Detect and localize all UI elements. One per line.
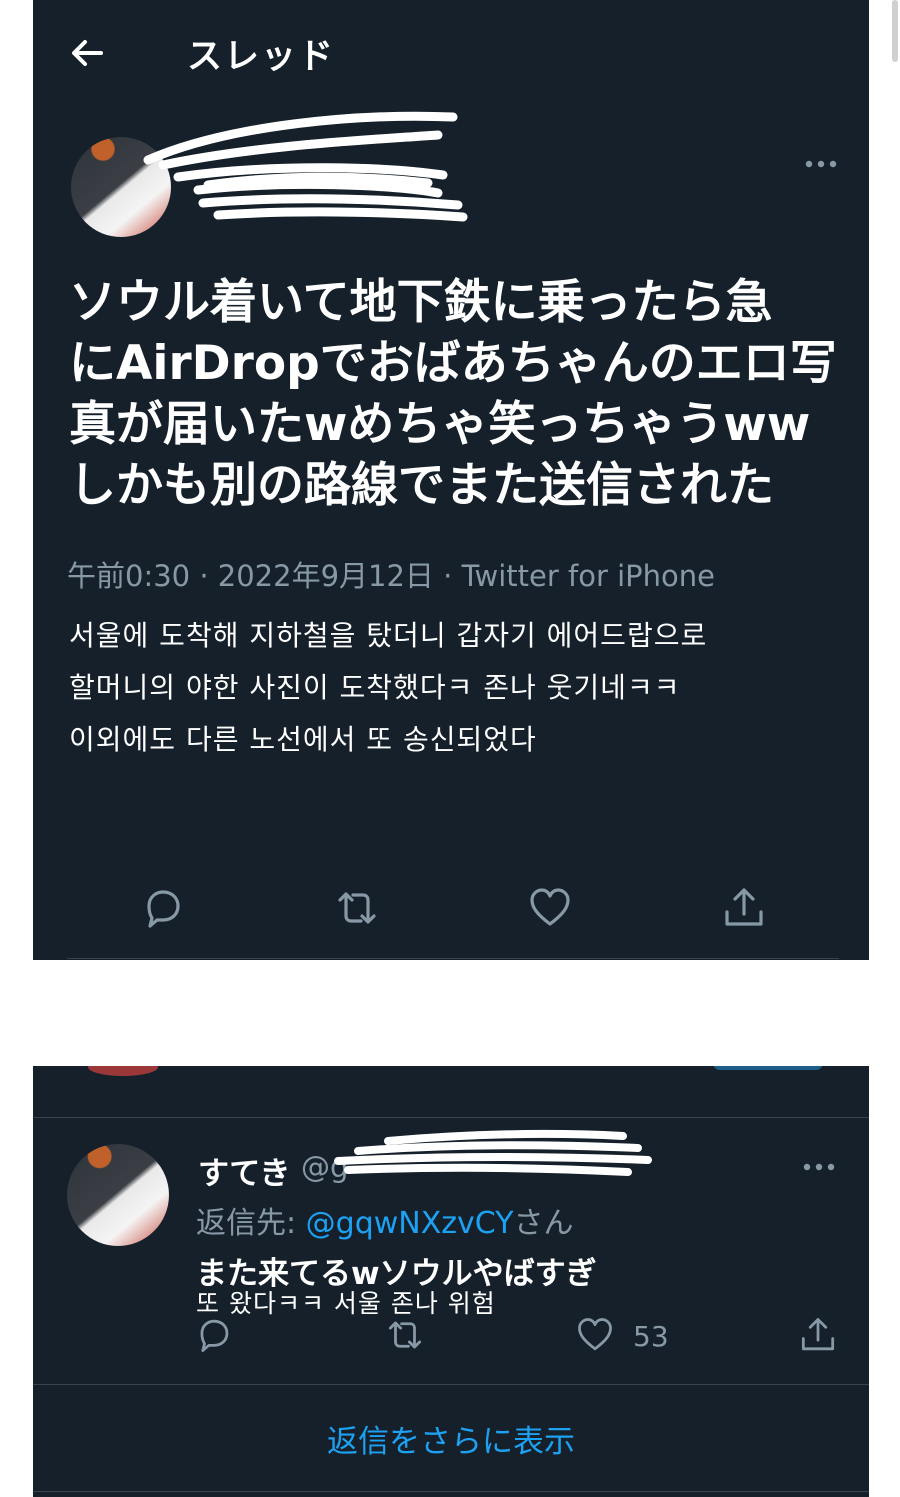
- retweet-icon[interactable]: [335, 886, 379, 930]
- tweet-text: ソウル着いて地下鉄に乗ったら急 にAirDropでおばあちゃんのエロ写 真が届い…: [69, 272, 849, 516]
- share-icon[interactable]: [799, 1316, 837, 1354]
- translation-line: 할머니의 야한 사진이 도착했다ㅋ 존나 웃기네ㅋㅋ: [69, 671, 681, 704]
- redaction-scribble: [143, 111, 468, 222]
- tweet-text-line: 真が届いたwめちゃ笑っちゃうww: [69, 397, 811, 452]
- divider: [67, 958, 839, 959]
- tweet-text-line: しかも別の路線でまた送信された: [69, 458, 774, 513]
- divider: [33, 1117, 869, 1118]
- reply-to-line: 返信先: @gqwNXzvCYさん: [196, 1198, 574, 1242]
- reply-to-suffix: さん: [513, 1206, 574, 1241]
- more-horizontal-icon[interactable]: [803, 157, 839, 171]
- redaction-scribble: [334, 1129, 652, 1176]
- like-count: 53: [633, 1320, 669, 1353]
- divider: [33, 1491, 869, 1492]
- reply-icon[interactable]: [141, 886, 185, 930]
- page-title: スレッド: [187, 37, 336, 77]
- divider: [33, 1384, 869, 1385]
- reply-translation: 또 왔다ㅋㅋ 서울 존나 위험: [196, 1289, 496, 1318]
- reply-to-label: 返信先:: [196, 1206, 306, 1241]
- heart-icon[interactable]: [528, 886, 572, 930]
- main-tweet-panel: スレッド ソウル着いて地下鉄に乗ったら急 にAirDropでおばあちゃんのエロ写…: [33, 0, 869, 960]
- translation-text: 서울에 도착해 지하철을 탔더니 갑자기 에어드랍으로 할머니의 야한 사진이 …: [69, 610, 707, 766]
- reply-panel: すてき @g 返信先: @gqwNXzvCYさん また来てるwソウルやばすぎ 또…: [33, 1066, 869, 1497]
- reply-to-mention-link[interactable]: @gqwNXzvCY: [306, 1206, 514, 1241]
- reply-icon[interactable]: [195, 1316, 233, 1354]
- more-horizontal-icon[interactable]: [801, 1160, 837, 1174]
- retweet-icon[interactable]: [386, 1316, 424, 1354]
- translation-line: 서울에 도착해 지하철을 탔더니 갑자기 에어드랍으로: [69, 619, 708, 652]
- tweet-timestamp: 午前0:30 · 2022年9月12日 · Twitter for iPhone: [67, 559, 715, 593]
- avatar[interactable]: [67, 1144, 169, 1246]
- share-icon[interactable]: [722, 886, 766, 930]
- cropped-avatar-fragment: [88, 1066, 158, 1076]
- show-more-replies-link[interactable]: 返信をさらに表示: [33, 1416, 869, 1461]
- heart-icon[interactable]: [576, 1316, 614, 1354]
- arrow-left-icon[interactable]: [67, 33, 107, 73]
- tweet-text-line: ソウル着いて地下鉄に乗ったら急: [69, 275, 773, 330]
- translation-line: 이외에도 다른 노선에서 또 송신되었다: [69, 723, 537, 756]
- cropped-button-fragment: [713, 1066, 823, 1070]
- reply-display-name: すてき: [198, 1156, 291, 1192]
- scrollbar[interactable]: [892, 0, 898, 62]
- tweet-text-line: にAirDropでおばあちゃんのエロ写: [69, 336, 837, 391]
